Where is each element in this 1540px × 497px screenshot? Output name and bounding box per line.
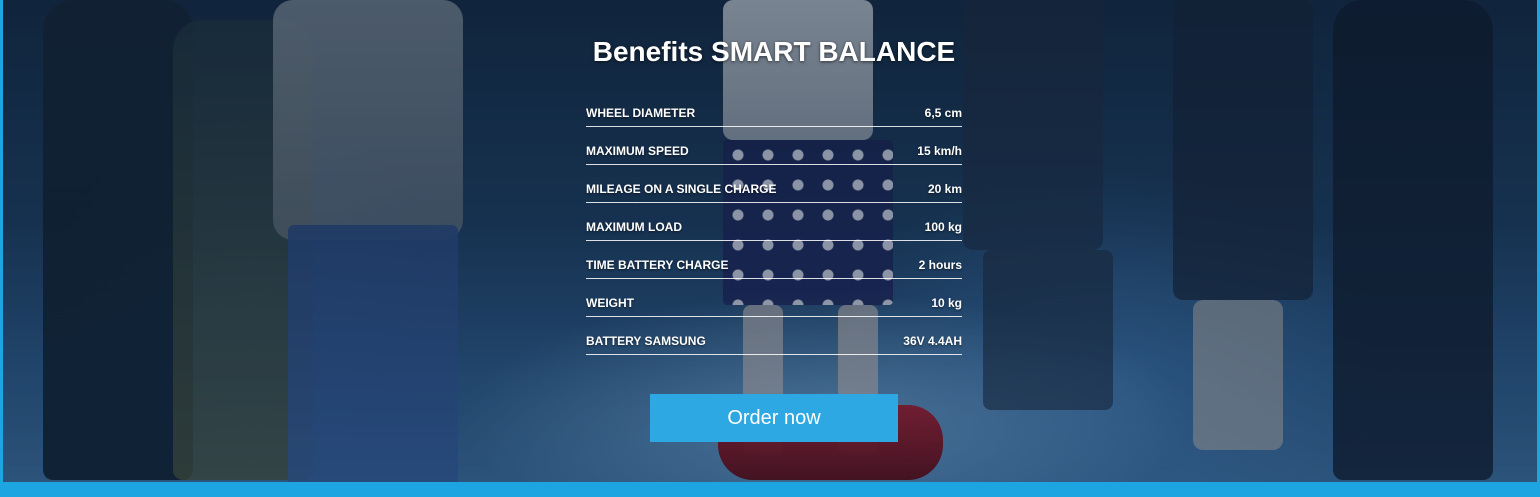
divider: [586, 354, 962, 355]
spec-row: BATTERY SAMSUNG 36V 4.4AH: [586, 328, 962, 366]
benefits-section: Benefits SMART BALANCE WHEEL DIAMETER 6,…: [0, 0, 1540, 497]
spec-value: 20 km: [927, 182, 962, 196]
section-title: Benefits SMART BALANCE: [592, 36, 956, 67]
spec-row: MILEAGE ON A SINGLE CHARGE 20 km: [586, 176, 962, 214]
divider: [586, 202, 962, 203]
divider: [586, 278, 962, 279]
spec-label: MAXIMUM LOAD: [586, 220, 682, 234]
spec-row: MAXIMUM SPEED 15 km/h: [586, 138, 962, 176]
spec-value: 10 kg: [931, 296, 962, 310]
spec-value: 15 km/h: [917, 144, 962, 158]
spec-row: WEIGHT 10 kg: [586, 290, 962, 328]
spec-value: 6,5 cm: [924, 106, 962, 120]
spec-label: WEIGHT: [586, 296, 634, 310]
spec-value: 100 kg: [924, 220, 962, 234]
spec-value: 36V 4.4AH: [903, 334, 962, 348]
spec-row: TIME BATTERY CHARGE 2 hours: [586, 252, 962, 290]
spec-list: WHEEL DIAMETER 6,5 cm MAXIMUM SPEED 15 k…: [586, 100, 962, 366]
divider: [586, 240, 962, 241]
spec-row: MAXIMUM LOAD 100 kg: [586, 214, 962, 252]
spec-label: TIME BATTERY CHARGE: [586, 258, 729, 272]
divider: [586, 316, 962, 317]
divider: [586, 126, 962, 127]
spec-label: MILEAGE ON A SINGLE CHARGE: [586, 182, 777, 196]
spec-label: MAXIMUM SPEED: [586, 144, 689, 158]
divider: [586, 164, 962, 165]
spec-value: 2 hours: [918, 258, 962, 272]
bottom-accent-bar: [3, 482, 1537, 497]
spec-row: WHEEL DIAMETER 6,5 cm: [586, 100, 962, 138]
order-now-button[interactable]: Order now: [650, 394, 898, 442]
spec-label: WHEEL DIAMETER: [586, 106, 696, 120]
spec-label: BATTERY SAMSUNG: [586, 334, 706, 348]
